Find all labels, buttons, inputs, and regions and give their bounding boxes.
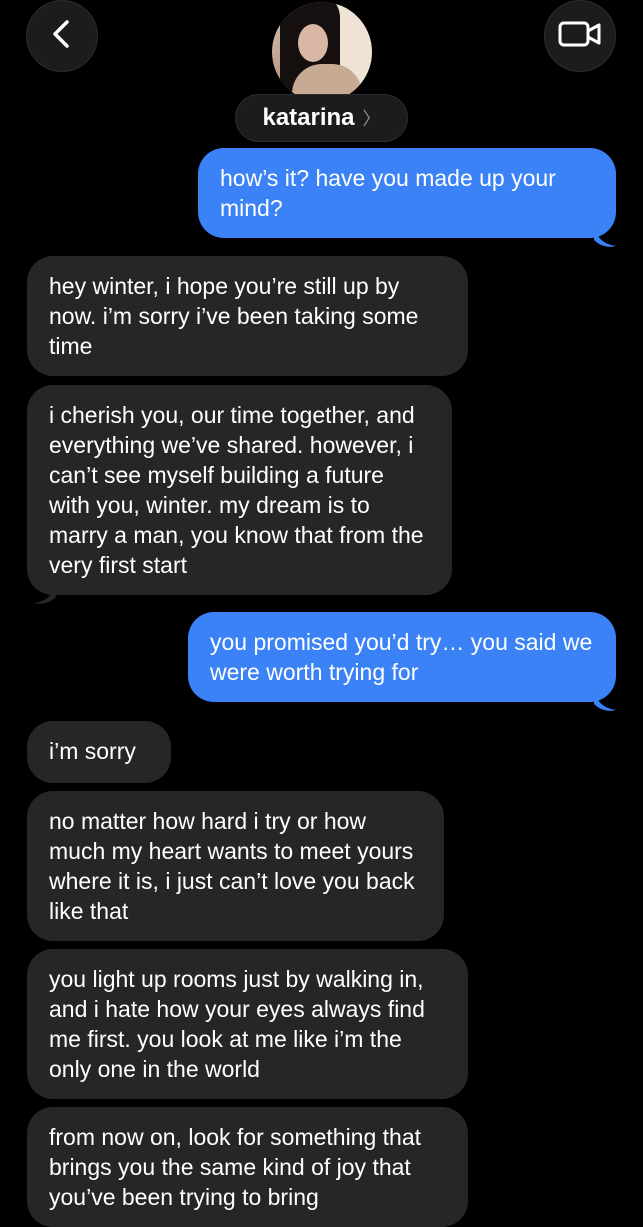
message-bubble-outgoing[interactable]: how’s it? have you made up your mind? (198, 148, 616, 238)
bubble-tail (594, 226, 616, 247)
message-bubble-incoming[interactable]: from now on, look for something that bri… (27, 1107, 468, 1227)
message-text: i’m sorry (49, 738, 136, 764)
message-text: how’s it? have you made up your mind? (220, 165, 556, 221)
message-bubble-incoming[interactable]: hey winter, i hope you’re still up by no… (27, 256, 468, 376)
message-bubble-incoming[interactable]: i cherish you, our time together, and ev… (27, 385, 452, 595)
chevron-left-icon (49, 19, 75, 54)
message-bubble-incoming[interactable]: no matter how hard i try or how much my … (27, 791, 444, 941)
message-text: i cherish you, our time together, and ev… (49, 402, 424, 578)
contact-name: katarina (262, 104, 355, 131)
message-bubble-incoming[interactable]: you light up rooms just by walking in, a… (27, 949, 468, 1099)
chevron-right-icon: 〉 (362, 109, 381, 129)
message-text: hey winter, i hope you’re still up by no… (49, 273, 419, 359)
bubble-tail (594, 690, 616, 711)
bubble-tail (34, 583, 56, 604)
contact-name-button[interactable]: katarina 〉 (235, 94, 408, 142)
message-bubble-incoming[interactable]: i’m sorry (27, 721, 171, 783)
message-text: you promised you’d try… you said we were… (210, 629, 593, 685)
avatar[interactable] (272, 2, 372, 102)
video-camera-icon (557, 19, 603, 54)
message-bubble-outgoing[interactable]: you promised you’d try… you said we were… (188, 612, 616, 702)
video-call-button[interactable] (544, 0, 616, 72)
message-text: you light up rooms just by walking in, a… (49, 966, 425, 1082)
message-text: from now on, look for something that bri… (49, 1124, 422, 1210)
chat-header: katarina 〉 (0, 0, 643, 150)
message-text: no matter how hard i try or how much my … (49, 808, 415, 924)
back-button[interactable] (26, 0, 98, 72)
